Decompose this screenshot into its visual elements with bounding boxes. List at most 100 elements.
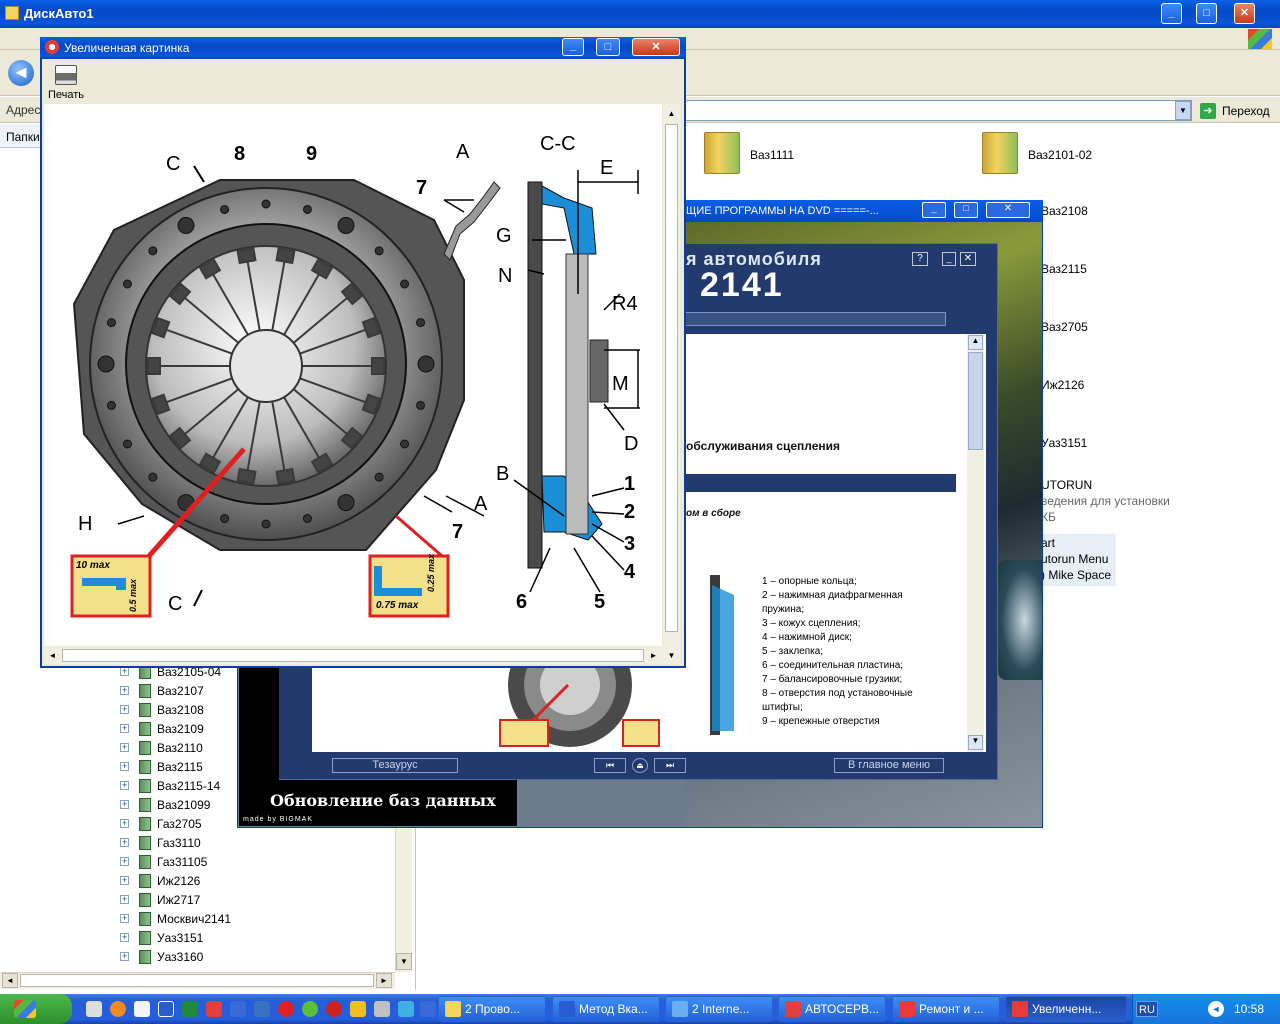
tree-item[interactable]: + Газ2705 bbox=[120, 814, 202, 833]
clock[interactable]: 10:58 bbox=[1234, 1002, 1264, 1016]
app5-icon[interactable] bbox=[374, 1001, 390, 1017]
tree-scroll-down-button[interactable]: ▼ bbox=[396, 953, 412, 970]
dvd-minimize-button[interactable]: _ bbox=[922, 202, 946, 218]
dvd-scroll-up-button[interactable]: ▲ bbox=[968, 335, 983, 350]
expand-icon[interactable]: + bbox=[120, 895, 129, 904]
taskbar-task[interactable]: 2 Прово... bbox=[438, 996, 546, 1022]
expand-icon[interactable]: + bbox=[120, 914, 129, 923]
app-icon[interactable] bbox=[206, 1001, 222, 1017]
expand-icon[interactable]: + bbox=[120, 743, 129, 752]
app3-icon[interactable] bbox=[326, 1001, 342, 1017]
hscroll-left-button[interactable]: ◄ bbox=[2, 973, 18, 988]
go-arrow-icon[interactable]: ➜ bbox=[1200, 103, 1216, 119]
help-button[interactable]: ? bbox=[912, 252, 928, 266]
calculator-icon[interactable] bbox=[86, 1001, 102, 1017]
zoom-scroll-thumb[interactable] bbox=[665, 124, 678, 632]
tree-item[interactable]: + Ваз2109 bbox=[120, 719, 204, 738]
dvd-maximize-button[interactable]: □ bbox=[954, 202, 978, 218]
zoom-scroll-down-button[interactable]: ▼ bbox=[664, 648, 679, 663]
tree-item[interactable]: + Москвич2141 bbox=[120, 909, 231, 928]
back-icon[interactable]: ◄ bbox=[8, 60, 34, 86]
tree-item[interactable]: + Уаз3151 bbox=[120, 928, 203, 947]
start-button[interactable] bbox=[0, 994, 72, 1024]
folder-label[interactable]: Ваз2108 bbox=[1041, 204, 1088, 218]
maximize-button[interactable]: □ bbox=[1196, 3, 1217, 24]
go-button[interactable]: Переход bbox=[1222, 104, 1270, 118]
tree-item[interactable]: + Ваз21099 bbox=[120, 795, 210, 814]
expand-icon[interactable]: + bbox=[120, 838, 129, 847]
app-minimize-button[interactable]: _ bbox=[942, 252, 956, 266]
expand-icon[interactable]: + bbox=[120, 724, 129, 733]
folder-icon[interactable] bbox=[982, 132, 1018, 174]
expand-icon[interactable]: + bbox=[120, 819, 129, 828]
folder-label[interactable]: Уаз3151 bbox=[1041, 436, 1087, 450]
dvd-close-button[interactable]: ✕ bbox=[986, 202, 1030, 218]
word-icon[interactable] bbox=[158, 1001, 174, 1017]
folder-label[interactable]: Ваз2705 bbox=[1041, 320, 1088, 334]
close-button[interactable]: ✕ bbox=[1234, 3, 1255, 24]
zoom-minimize-button[interactable]: _ bbox=[562, 38, 584, 56]
zoom-close-button[interactable]: ✕ bbox=[632, 38, 680, 56]
expand-icon[interactable]: + bbox=[120, 705, 129, 714]
expand-icon[interactable]: + bbox=[120, 762, 129, 771]
app6-icon[interactable] bbox=[398, 1001, 414, 1017]
taskbar-task[interactable]: 2 Interne... bbox=[665, 996, 773, 1022]
address-input[interactable] bbox=[684, 100, 1192, 121]
firefox-icon[interactable] bbox=[110, 1001, 126, 1017]
hscroll-right-button[interactable]: ► bbox=[376, 973, 392, 988]
dvd-scroll-thumb[interactable] bbox=[968, 352, 983, 450]
monitor-icon[interactable] bbox=[230, 1001, 246, 1017]
opera-icon[interactable] bbox=[278, 1001, 294, 1017]
clipboard-icon[interactable] bbox=[134, 1001, 150, 1017]
expand-icon[interactable]: + bbox=[120, 876, 129, 885]
file-item-autorun-menu[interactable]: utorun Menu bbox=[1041, 552, 1108, 566]
expand-icon[interactable]: + bbox=[120, 686, 129, 695]
tree-item[interactable]: + Уаз3160 bbox=[120, 947, 203, 966]
language-indicator[interactable]: RU bbox=[1136, 1001, 1158, 1017]
hscroll-thumb[interactable] bbox=[20, 974, 374, 987]
zoom-maximize-button[interactable]: □ bbox=[596, 38, 620, 56]
zoom-hscroll-right-button[interactable]: ► bbox=[646, 648, 661, 663]
taskbar-task[interactable]: Ремонт и ... bbox=[892, 996, 1000, 1022]
tree-item[interactable]: + Газ31105 bbox=[120, 852, 207, 871]
tree-item[interactable]: + Ваз2115-14 bbox=[120, 776, 220, 795]
folder-label[interactable]: Ваз2101-02 bbox=[1028, 148, 1092, 162]
zoom-scroll-up-button[interactable]: ▲ bbox=[664, 106, 679, 121]
taskbar-task[interactable]: Увеличенн... bbox=[1005, 996, 1127, 1022]
expand-icon[interactable]: + bbox=[120, 952, 129, 961]
thesaurus-button[interactable]: Тезаурус bbox=[332, 758, 458, 773]
tree-item[interactable]: + Ваз2107 bbox=[120, 681, 204, 700]
tree-item[interactable]: + Ваз2108 bbox=[120, 700, 204, 719]
app2-icon[interactable] bbox=[254, 1001, 270, 1017]
expand-icon[interactable]: + bbox=[120, 667, 129, 676]
dvd-scroll-down-button[interactable]: ▼ bbox=[968, 735, 983, 750]
app7-icon[interactable] bbox=[420, 1001, 436, 1017]
tree-item[interactable]: + Ваз2110 bbox=[120, 738, 203, 757]
minimize-button[interactable]: _ bbox=[1161, 3, 1182, 24]
file-item-mike-space[interactable]: ) Mike Space bbox=[1041, 568, 1111, 582]
nav-up-button[interactable]: ⏏ bbox=[632, 758, 648, 773]
folder-label[interactable]: Ваз1111 bbox=[750, 148, 794, 162]
file-item-start[interactable]: art bbox=[1041, 536, 1055, 550]
address-dropdown-icon[interactable]: ▼ bbox=[1175, 101, 1191, 120]
zoom-hscroll-thumb[interactable] bbox=[62, 649, 644, 662]
autorun-name[interactable]: UTORUN bbox=[1041, 478, 1092, 492]
publisher-icon[interactable] bbox=[182, 1001, 198, 1017]
expand-icon[interactable]: + bbox=[120, 800, 129, 809]
printer-icon[interactable] bbox=[55, 65, 77, 85]
nav-prev-button[interactable]: ⏮ bbox=[594, 758, 626, 773]
tree-item[interactable]: + Иж2126 bbox=[120, 871, 200, 890]
taskbar-task[interactable]: Метод Вка... bbox=[552, 996, 660, 1022]
tree-item[interactable]: + Иж2717 bbox=[120, 890, 200, 909]
utorrent-icon[interactable] bbox=[302, 1001, 318, 1017]
taskbar-task[interactable]: АВТОСЕРВ... bbox=[778, 996, 886, 1022]
main-menu-button[interactable]: В главное меню bbox=[834, 758, 944, 773]
tree-item[interactable]: + Газ3110 bbox=[120, 833, 201, 852]
expand-icon[interactable]: + bbox=[120, 857, 129, 866]
tree-item[interactable]: + Ваз2115 bbox=[120, 757, 203, 776]
expand-icon[interactable]: + bbox=[120, 781, 129, 790]
zoom-hscroll-left-button[interactable]: ◄ bbox=[45, 648, 60, 663]
folder-icon[interactable] bbox=[704, 132, 740, 174]
nav-next-button[interactable]: ⏭ bbox=[654, 758, 686, 773]
app-close-button[interactable]: ✕ bbox=[960, 252, 976, 266]
